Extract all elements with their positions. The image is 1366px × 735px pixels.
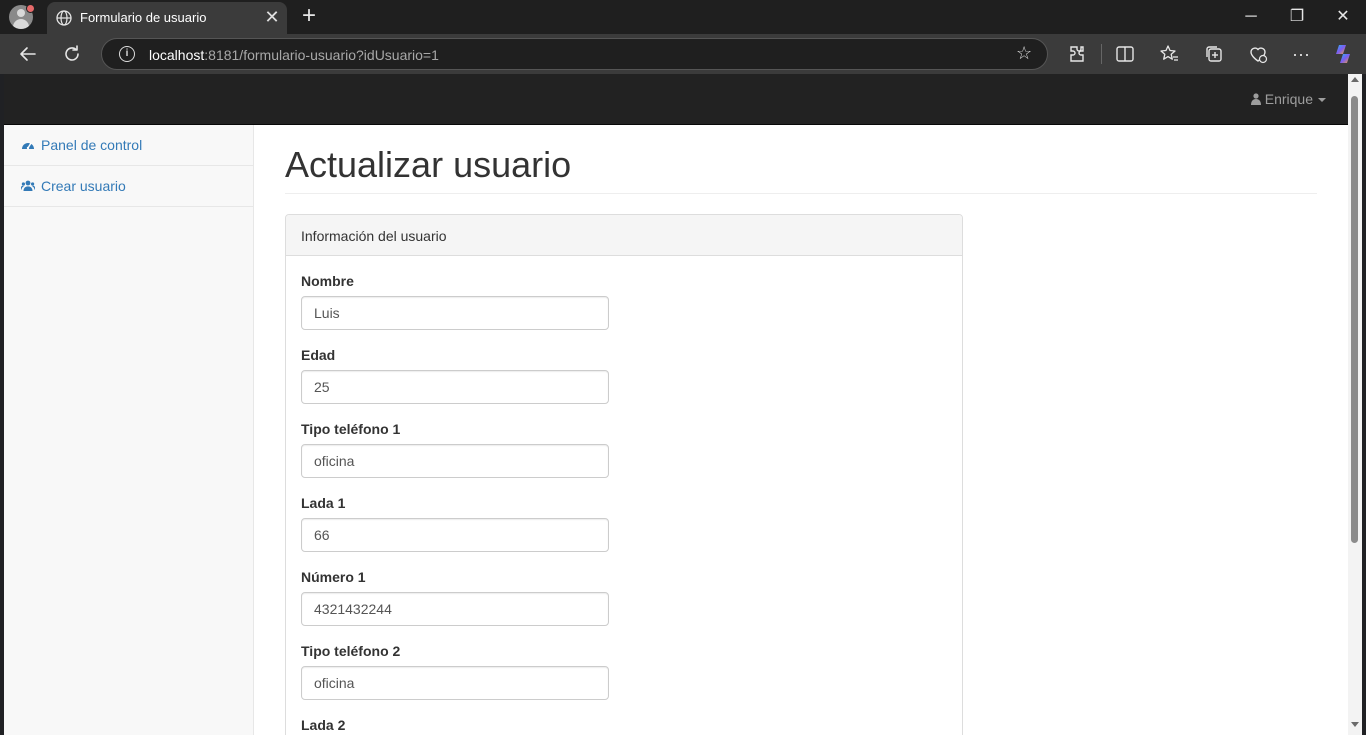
sidebar-item-label: Crear usuario (41, 178, 126, 194)
minimize-button[interactable]: ─ (1228, 0, 1274, 34)
toolbar-separator (1101, 44, 1102, 64)
numero-1-label: Número 1 (301, 569, 366, 585)
browser-essentials-icon[interactable] (1246, 42, 1270, 66)
close-window-button[interactable]: ✕ (1320, 0, 1366, 34)
tipo-telefono-1-input[interactable] (301, 444, 609, 478)
url-text[interactable]: localhost:8181/formulario-usuario?idUsua… (149, 47, 439, 63)
address-bar[interactable]: i localhost:8181/formulario-usuario?idUs… (101, 38, 1048, 70)
browser-tab[interactable]: Formulario de usuario ✕ (47, 2, 287, 34)
tipo-telefono-2-input[interactable] (301, 666, 609, 700)
globe-icon (56, 10, 72, 26)
scroll-thumb[interactable] (1351, 96, 1358, 543)
scroll-up-arrow-icon[interactable] (1351, 77, 1359, 82)
lada-1-label: Lada 1 (301, 495, 346, 511)
user-name: Enrique (1264, 91, 1313, 107)
sidebar: Panel de control Crear usuario (4, 125, 254, 735)
tab-title: Formulario de usuario (80, 10, 207, 25)
more-icon[interactable]: ··· (1289, 42, 1313, 66)
restore-button[interactable]: ❐ (1274, 0, 1320, 34)
favorites-icon[interactable] (1157, 42, 1181, 66)
sidebar-item-panel-de-control[interactable]: Panel de control (4, 125, 254, 166)
caret-down-icon (1318, 98, 1326, 103)
page-viewport: Enrique Panel de control Crear usuario A… (4, 74, 1348, 735)
scroll-down-arrow-icon[interactable] (1351, 722, 1359, 727)
panel-heading: Información del usuario (286, 215, 962, 256)
new-tab-button[interactable]: + (298, 4, 320, 28)
top-navbar: Enrique (4, 74, 1348, 125)
refresh-icon[interactable] (60, 42, 84, 66)
nombre-label: Nombre (301, 273, 354, 289)
profile-notification-dot (26, 4, 35, 13)
copilot-icon[interactable] (1331, 42, 1355, 66)
tab-close-icon[interactable]: ✕ (263, 8, 281, 26)
lada-2-label: Lada 2 (301, 717, 346, 733)
panel-heading-title: Información del usuario (301, 228, 447, 244)
edad-label: Edad (301, 347, 336, 363)
tipo-telefono-1-label: Tipo teléfono 1 (301, 421, 401, 437)
browser-toolbar: i localhost:8181/formulario-usuario?idUs… (0, 34, 1366, 74)
tipo-telefono-2-label: Tipo teléfono 2 (301, 643, 401, 659)
edad-input[interactable] (301, 370, 609, 404)
sidebar-item-crear-usuario[interactable]: Crear usuario (4, 166, 254, 207)
favorite-star-icon[interactable]: ☆ (1016, 43, 1032, 64)
user-menu-dropdown[interactable]: Enrique (1250, 91, 1326, 107)
nombre-input[interactable] (301, 296, 609, 330)
window-edge (1362, 74, 1366, 735)
browser-tab-bar: Formulario de usuario ✕ + ─ ❐ ✕ (0, 0, 1366, 34)
site-info-icon[interactable]: i (119, 46, 135, 62)
split-screen-icon[interactable] (1113, 42, 1137, 66)
page-scrollbar[interactable] (1348, 74, 1362, 735)
collections-icon[interactable] (1202, 42, 1226, 66)
sidebar-item-label: Panel de control (41, 137, 143, 153)
extensions-icon[interactable] (1065, 42, 1089, 66)
users-icon (21, 180, 35, 191)
user-info-panel: Información del usuario Nombre Edad Tipo… (285, 214, 963, 735)
page-title: Actualizar usuario (285, 144, 572, 185)
dashboard-icon (22, 142, 34, 150)
back-icon[interactable] (16, 42, 40, 66)
lada-1-input[interactable] (301, 518, 609, 552)
title-divider (285, 193, 1317, 194)
numero-1-input[interactable] (301, 592, 609, 626)
user-icon (1250, 93, 1261, 105)
